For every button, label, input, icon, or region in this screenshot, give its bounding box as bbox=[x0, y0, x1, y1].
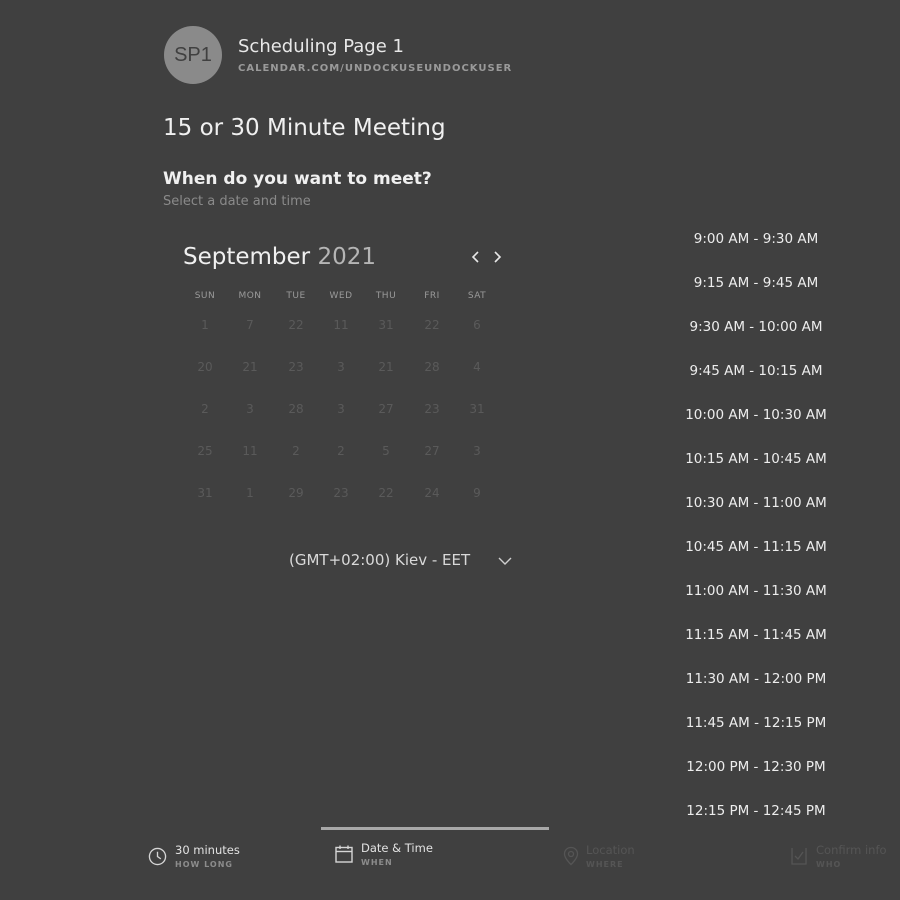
time-slot[interactable]: 11:45 AM - 12:15 PM bbox=[670, 715, 842, 731]
calendar-day: 31 bbox=[197, 486, 213, 500]
calendar-day: 22 bbox=[288, 318, 304, 332]
time-slot[interactable]: 9:45 AM - 10:15 AM bbox=[670, 363, 842, 379]
weekday-tue: TUE bbox=[286, 291, 306, 301]
calendar-day: 28 bbox=[424, 360, 440, 374]
calendar-day: 31 bbox=[378, 318, 394, 332]
calendar-day: 23 bbox=[424, 402, 440, 416]
weekday-sat: SAT bbox=[467, 291, 487, 301]
weekday-wed: WED bbox=[329, 291, 353, 301]
when-heading: When do you want to meet? bbox=[163, 169, 432, 189]
calendar-day: 6 bbox=[473, 318, 481, 332]
time-slot[interactable]: 9:15 AM - 9:45 AM bbox=[670, 275, 842, 291]
step-title: Confirm info bbox=[816, 843, 887, 857]
calendar-day: 1 bbox=[201, 318, 209, 332]
calendar-day: 9 bbox=[473, 486, 481, 500]
calendar-day: 21 bbox=[378, 360, 394, 374]
calendar-day: 25 bbox=[197, 444, 213, 458]
time-slot[interactable]: 11:30 AM - 12:00 PM bbox=[670, 671, 842, 687]
calendar-day: 2 bbox=[337, 444, 345, 458]
time-slot[interactable]: 10:30 AM - 11:00 AM bbox=[670, 495, 842, 511]
time-slot[interactable]: 10:00 AM - 10:30 AM bbox=[670, 407, 842, 423]
calendar-day: 5 bbox=[382, 444, 390, 458]
meeting-title: 15 or 30 Minute Meeting bbox=[163, 115, 446, 141]
chevron-right-icon bbox=[494, 251, 502, 263]
avatar: SP1 bbox=[164, 26, 222, 84]
clock-icon bbox=[148, 847, 167, 866]
calendar-day: 23 bbox=[333, 486, 349, 500]
scheduling-page-url[interactable]: CALENDAR.COM/UNDOCKUSEUNDOCKUSER bbox=[238, 63, 512, 74]
confirm-icon bbox=[791, 848, 807, 865]
calendar-month-label: September 2021 bbox=[183, 244, 376, 270]
weekday-sun: SUN bbox=[194, 291, 216, 301]
scheduling-page-name: Scheduling Page 1 bbox=[238, 36, 404, 57]
step-title: 30 minutes bbox=[175, 843, 240, 857]
time-slot[interactable]: 11:00 AM - 11:30 AM bbox=[670, 583, 842, 599]
calendar-day: 2 bbox=[201, 402, 209, 416]
calendar-day: 31 bbox=[469, 402, 485, 416]
location-pin-icon bbox=[563, 846, 579, 866]
time-slot[interactable]: 10:45 AM - 11:15 AM bbox=[670, 539, 842, 555]
step-title: Date & Time bbox=[361, 841, 433, 855]
time-slot[interactable]: 12:00 PM - 12:30 PM bbox=[670, 759, 842, 775]
month-year: 2021 bbox=[317, 244, 376, 270]
time-slot[interactable]: 11:15 AM - 11:45 AM bbox=[670, 627, 842, 643]
time-slot[interactable]: 9:30 AM - 10:00 AM bbox=[670, 319, 842, 335]
calendar-day: 7 bbox=[246, 318, 254, 332]
calendar-day: 11 bbox=[242, 444, 258, 458]
calendar-day: 22 bbox=[424, 318, 440, 332]
calendar-day: 2 bbox=[292, 444, 300, 458]
timezone-select[interactable]: (GMT+02:00) Kiev - EET bbox=[289, 551, 470, 569]
month-name: September bbox=[183, 244, 311, 270]
calendar-day: 27 bbox=[424, 444, 440, 458]
step-subtitle: WHO bbox=[816, 860, 842, 869]
step-title: Location bbox=[586, 843, 635, 857]
calendar-day: 3 bbox=[337, 360, 345, 374]
chevron-left-icon bbox=[471, 251, 479, 263]
next-month-button[interactable] bbox=[489, 249, 505, 265]
calendar-day: 21 bbox=[242, 360, 258, 374]
time-slot[interactable]: 12:15 PM - 12:45 PM bbox=[670, 803, 842, 819]
previous-month-button[interactable] bbox=[468, 249, 484, 265]
calendar-day: 27 bbox=[378, 402, 394, 416]
active-step-indicator bbox=[321, 827, 549, 830]
calendar-day: 24 bbox=[424, 486, 440, 500]
calendar-day: 11 bbox=[333, 318, 349, 332]
step-subtitle: HOW LONG bbox=[175, 860, 233, 869]
weekday-thu: THU bbox=[375, 291, 397, 301]
calendar-day: 3 bbox=[473, 444, 481, 458]
chevron-down-icon bbox=[498, 557, 512, 565]
calendar-day: 29 bbox=[288, 486, 304, 500]
calendar-day: 3 bbox=[337, 402, 345, 416]
avatar-initials: SP1 bbox=[174, 43, 212, 66]
calendar-day: 4 bbox=[473, 360, 481, 374]
calendar-day: 28 bbox=[288, 402, 304, 416]
time-slot[interactable]: 9:00 AM - 9:30 AM bbox=[670, 231, 842, 247]
weekday-mon: MON bbox=[238, 291, 262, 301]
calendar-icon bbox=[335, 845, 353, 863]
step-subtitle: WHERE bbox=[586, 860, 624, 869]
weekday-fri: FRI bbox=[424, 291, 440, 301]
when-subtitle: Select a date and time bbox=[163, 194, 311, 209]
step-subtitle: WHEN bbox=[361, 858, 393, 867]
calendar-day: 3 bbox=[246, 402, 254, 416]
calendar-day: 23 bbox=[288, 360, 304, 374]
time-slot[interactable]: 10:15 AM - 10:45 AM bbox=[670, 451, 842, 467]
calendar-day: 22 bbox=[378, 486, 394, 500]
calendar-day: 20 bbox=[197, 360, 213, 374]
calendar-day: 1 bbox=[246, 486, 254, 500]
timezone-dropdown-button[interactable] bbox=[497, 553, 513, 569]
